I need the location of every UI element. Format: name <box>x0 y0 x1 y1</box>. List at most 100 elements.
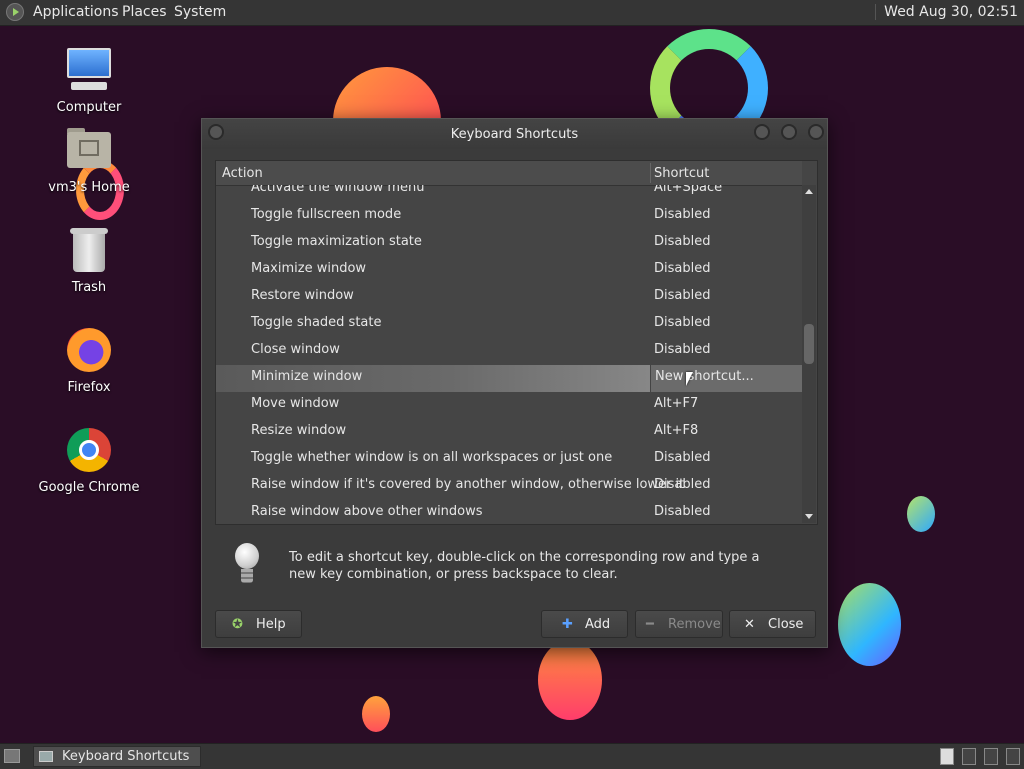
firefox-icon <box>65 326 113 374</box>
row-action: Maximize window <box>251 261 367 276</box>
table-row[interactable]: Toggle fullscreen mode Disabled <box>216 203 802 230</box>
taskbar-button-keyboard-shortcuts[interactable]: Keyboard Shortcuts <box>33 746 201 767</box>
desktop-icon-label: Firefox <box>67 380 111 395</box>
row-action: Toggle shaded state <box>251 315 382 330</box>
row-shortcut: Alt+F7 <box>654 396 699 411</box>
row-action: Close window <box>251 342 340 357</box>
table-row[interactable]: Maximize window Disabled <box>216 257 802 284</box>
close-button[interactable]: ✕ Close <box>729 610 816 638</box>
window-icon <box>39 751 53 762</box>
row-shortcut: Disabled <box>654 261 711 276</box>
desktop-icon-label: Trash <box>71 280 107 295</box>
table-row[interactable]: Raise window if it's covered by another … <box>216 473 802 500</box>
remove-button[interactable]: ━ Remove <box>635 610 723 638</box>
table-row[interactable]: Close window Disabled <box>216 338 802 365</box>
desktop-icon-firefox[interactable]: Firefox <box>34 326 144 395</box>
menu-applications[interactable]: Applications <box>33 4 119 20</box>
help-icon: ✪ <box>232 617 243 632</box>
row-action: Minimize window <box>251 369 363 384</box>
shortcut-capture-field[interactable]: New shortcut... <box>650 365 802 392</box>
desktop-icon-home[interactable]: vm3's Home <box>34 126 144 195</box>
chrome-icon <box>65 426 113 474</box>
maximize-button[interactable] <box>781 124 797 140</box>
row-action: Activate the window menu <box>251 185 425 195</box>
workspace-3[interactable] <box>984 748 998 765</box>
list-rows: Activate the window menu Alt+Space Toggle… <box>216 185 802 524</box>
minimize-button[interactable] <box>754 124 770 140</box>
table-row[interactable]: Move window Alt+F7 <box>216 392 802 419</box>
table-row[interactable]: Raise window above other windows Disabled <box>216 500 802 524</box>
show-desktop-icon[interactable] <box>4 749 20 763</box>
table-row[interactable]: Toggle maximization state Disabled <box>216 230 802 257</box>
lightbulb-icon <box>232 543 262 587</box>
desktop-icon-label: Computer <box>56 100 122 115</box>
wallpaper-blob <box>538 640 602 720</box>
row-action: Toggle whether window is on all workspac… <box>251 450 613 465</box>
dialog-titlebar[interactable]: Keyboard Shortcuts <box>202 119 827 149</box>
bottom-panel: Keyboard Shortcuts <box>0 743 1024 769</box>
plus-icon: ✚ <box>562 617 573 632</box>
desktop-icon-trash[interactable]: Trash <box>34 226 144 295</box>
wallpaper-blob <box>838 583 901 666</box>
row-shortcut: Alt+F8 <box>654 423 699 438</box>
row-shortcut: Disabled <box>654 504 711 519</box>
table-row[interactable]: Resize window Alt+F8 <box>216 419 802 446</box>
top-panel: Applications Places System Wed Aug 30, 0… <box>0 0 1024 26</box>
row-shortcut: Disabled <box>654 450 711 465</box>
desktop-icon-label: vm3's Home <box>48 180 130 195</box>
scrollbar-thumb[interactable] <box>804 324 814 364</box>
desktop-icon-chrome[interactable]: Google Chrome <box>34 426 144 495</box>
close-icon: ✕ <box>744 617 755 632</box>
menu-system[interactable]: System <box>174 4 226 20</box>
row-action: Move window <box>251 396 340 411</box>
list-header: Action Shortcut <box>216 161 802 186</box>
desktop-icon-label: Google Chrome <box>38 480 140 495</box>
trash-icon <box>65 226 113 274</box>
row-shortcut: Disabled <box>654 477 711 492</box>
list-scrollbar[interactable] <box>802 185 816 523</box>
table-row[interactable]: Toggle whether window is on all workspac… <box>216 446 802 473</box>
distro-logo-icon[interactable] <box>6 3 24 21</box>
row-shortcut: Disabled <box>654 234 711 249</box>
taskbar-label: Keyboard Shortcuts <box>62 749 190 764</box>
row-action: Toggle maximization state <box>251 234 422 249</box>
scroll-down-icon[interactable] <box>805 514 813 519</box>
table-row-selected[interactable]: Minimize window New shortcut... <box>216 365 802 392</box>
mouse-pointer-icon <box>686 372 693 386</box>
workspace-1[interactable] <box>940 748 954 765</box>
scroll-up-icon[interactable] <box>805 189 813 194</box>
table-row[interactable]: Restore window Disabled <box>216 284 802 311</box>
help-button-label: Help <box>256 617 286 632</box>
panel-clock[interactable]: Wed Aug 30, 02:51 <box>875 4 1018 20</box>
column-header-shortcut[interactable]: Shortcut <box>650 166 709 181</box>
home-folder-icon <box>65 126 113 174</box>
dialog-title: Keyboard Shortcuts <box>450 127 579 142</box>
hint-text: To edit a shortcut key, double-click on … <box>289 550 760 582</box>
row-shortcut: Disabled <box>654 342 711 357</box>
row-action: Raise window if it's covered by another … <box>251 477 685 492</box>
row-shortcut: Disabled <box>654 315 711 330</box>
wallpaper-blob <box>362 696 390 732</box>
row-shortcut: New shortcut... <box>655 369 754 384</box>
workspace-2[interactable] <box>962 748 976 765</box>
keyboard-shortcuts-dialog: Keyboard Shortcuts Action Shortcut Activ… <box>201 118 828 648</box>
computer-icon <box>65 46 113 94</box>
add-button[interactable]: ✚ Add <box>541 610 628 638</box>
close-button-label: Close <box>768 617 804 632</box>
desktop-icon-computer[interactable]: Computer <box>34 46 144 115</box>
add-button-label: Add <box>585 617 611 632</box>
table-row[interactable]: Toggle shaded state Disabled <box>216 311 802 338</box>
row-shortcut: Disabled <box>654 288 711 303</box>
remove-button-label: Remove <box>668 617 721 632</box>
row-action: Toggle fullscreen mode <box>251 207 402 222</box>
shortcuts-list[interactable]: Action Shortcut Activate the window menu… <box>215 160 818 525</box>
menu-places[interactable]: Places <box>122 4 167 20</box>
minus-icon: ━ <box>646 617 654 632</box>
row-action: Raise window above other windows <box>251 504 483 519</box>
wallpaper-blob <box>907 496 935 532</box>
close-window-button[interactable] <box>808 124 824 140</box>
help-button[interactable]: ✪ Help <box>215 610 302 638</box>
column-header-action[interactable]: Action <box>222 166 263 181</box>
workspace-4[interactable] <box>1006 748 1020 765</box>
table-row[interactable]: Activate the window menu Alt+Space <box>216 185 802 203</box>
